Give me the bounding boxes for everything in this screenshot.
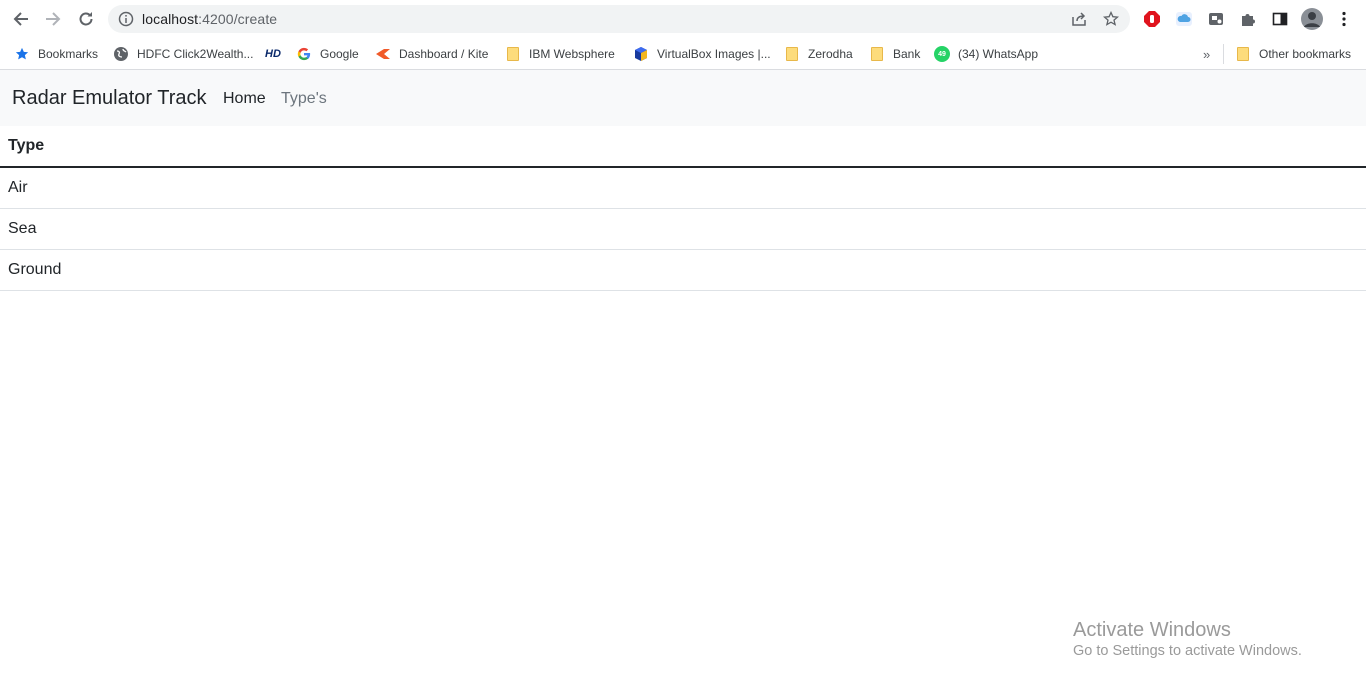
virtualbox-icon xyxy=(633,46,649,62)
whatsapp-icon: 49 xyxy=(934,46,950,62)
back-arrow-icon[interactable] xyxy=(10,8,32,30)
types-table: Type Air Sea Ground xyxy=(0,126,1366,291)
bookmark-other-bookmarks[interactable]: Other bookmarks xyxy=(1235,42,1351,66)
table-row: Ground xyxy=(0,249,1366,291)
recorder-extension-icon[interactable] xyxy=(1205,8,1227,30)
adblock-extension-icon[interactable] xyxy=(1141,8,1163,30)
reload-icon[interactable] xyxy=(75,8,97,30)
bookmarks-divider xyxy=(1223,44,1224,64)
table-cell: Air xyxy=(0,167,1366,209)
browser-menu-icon[interactable] xyxy=(1333,8,1355,30)
table-cell: Sea xyxy=(0,208,1366,250)
bookmarks-overflow-button[interactable]: » xyxy=(1203,42,1210,66)
url-text: localhost:4200/create xyxy=(142,11,278,27)
folder-icon xyxy=(1235,46,1251,62)
bookmark-hd[interactable]: HD xyxy=(263,42,283,66)
navbar-brand[interactable]: Radar Emulator Track xyxy=(12,87,207,110)
site-info-icon[interactable] xyxy=(117,10,135,28)
puzzle-extensions-icon[interactable] xyxy=(1237,8,1259,30)
bookmark-bank[interactable]: Bank xyxy=(869,42,920,66)
star-icon xyxy=(14,46,30,62)
bookmark-star-icon[interactable] xyxy=(1102,10,1120,28)
bookmark-hdfc[interactable]: HDFC Click2Wealth... xyxy=(113,42,253,66)
table-row: Air xyxy=(0,167,1366,209)
watermark-title: Activate Windows xyxy=(1073,619,1231,641)
profile-avatar-icon[interactable] xyxy=(1301,8,1323,30)
app-navbar: Radar Emulator Track Home Type's xyxy=(0,70,1366,126)
side-panel-icon[interactable] xyxy=(1269,8,1291,30)
nav-link-home[interactable]: Home xyxy=(223,90,266,108)
globe-icon xyxy=(113,46,129,62)
kite-icon xyxy=(375,46,391,62)
bookmark-bookmarks[interactable]: Bookmarks xyxy=(14,42,98,66)
bookmark-whatsapp[interactable]: 49 (34) WhatsApp xyxy=(934,42,1038,66)
nav-link-types[interactable]: Type's xyxy=(281,90,327,108)
bookmark-google[interactable]: Google xyxy=(296,42,359,66)
bookmark-virtualbox[interactable]: VirtualBox Images |... xyxy=(633,42,771,66)
browser-toolbar: localhost:4200/create xyxy=(0,0,1366,38)
table-row: Sea xyxy=(0,208,1366,250)
cloud-extension-icon[interactable] xyxy=(1173,8,1195,30)
watermark-subtitle: Go to Settings to activate Windows. xyxy=(1073,643,1302,659)
column-header-type: Type xyxy=(0,126,1366,168)
forward-arrow-icon[interactable] xyxy=(42,8,64,30)
bookmark-ibm-websphere[interactable]: IBM Websphere xyxy=(505,42,615,66)
table-header-row: Type xyxy=(0,126,1366,168)
share-icon[interactable] xyxy=(1070,10,1088,28)
folder-icon xyxy=(869,46,885,62)
folder-icon xyxy=(505,46,521,62)
folder-icon xyxy=(784,46,800,62)
bookmark-zerodha[interactable]: Zerodha xyxy=(784,42,853,66)
table-cell: Ground xyxy=(0,249,1366,291)
bookmark-kite[interactable]: Dashboard / Kite xyxy=(375,42,488,66)
hd-icon: HD xyxy=(265,48,281,60)
address-bar[interactable]: localhost:4200/create xyxy=(108,5,1130,33)
google-icon xyxy=(296,46,312,62)
bookmarks-bar: Bookmarks HDFC Click2Wealth... HD Google… xyxy=(0,38,1366,70)
